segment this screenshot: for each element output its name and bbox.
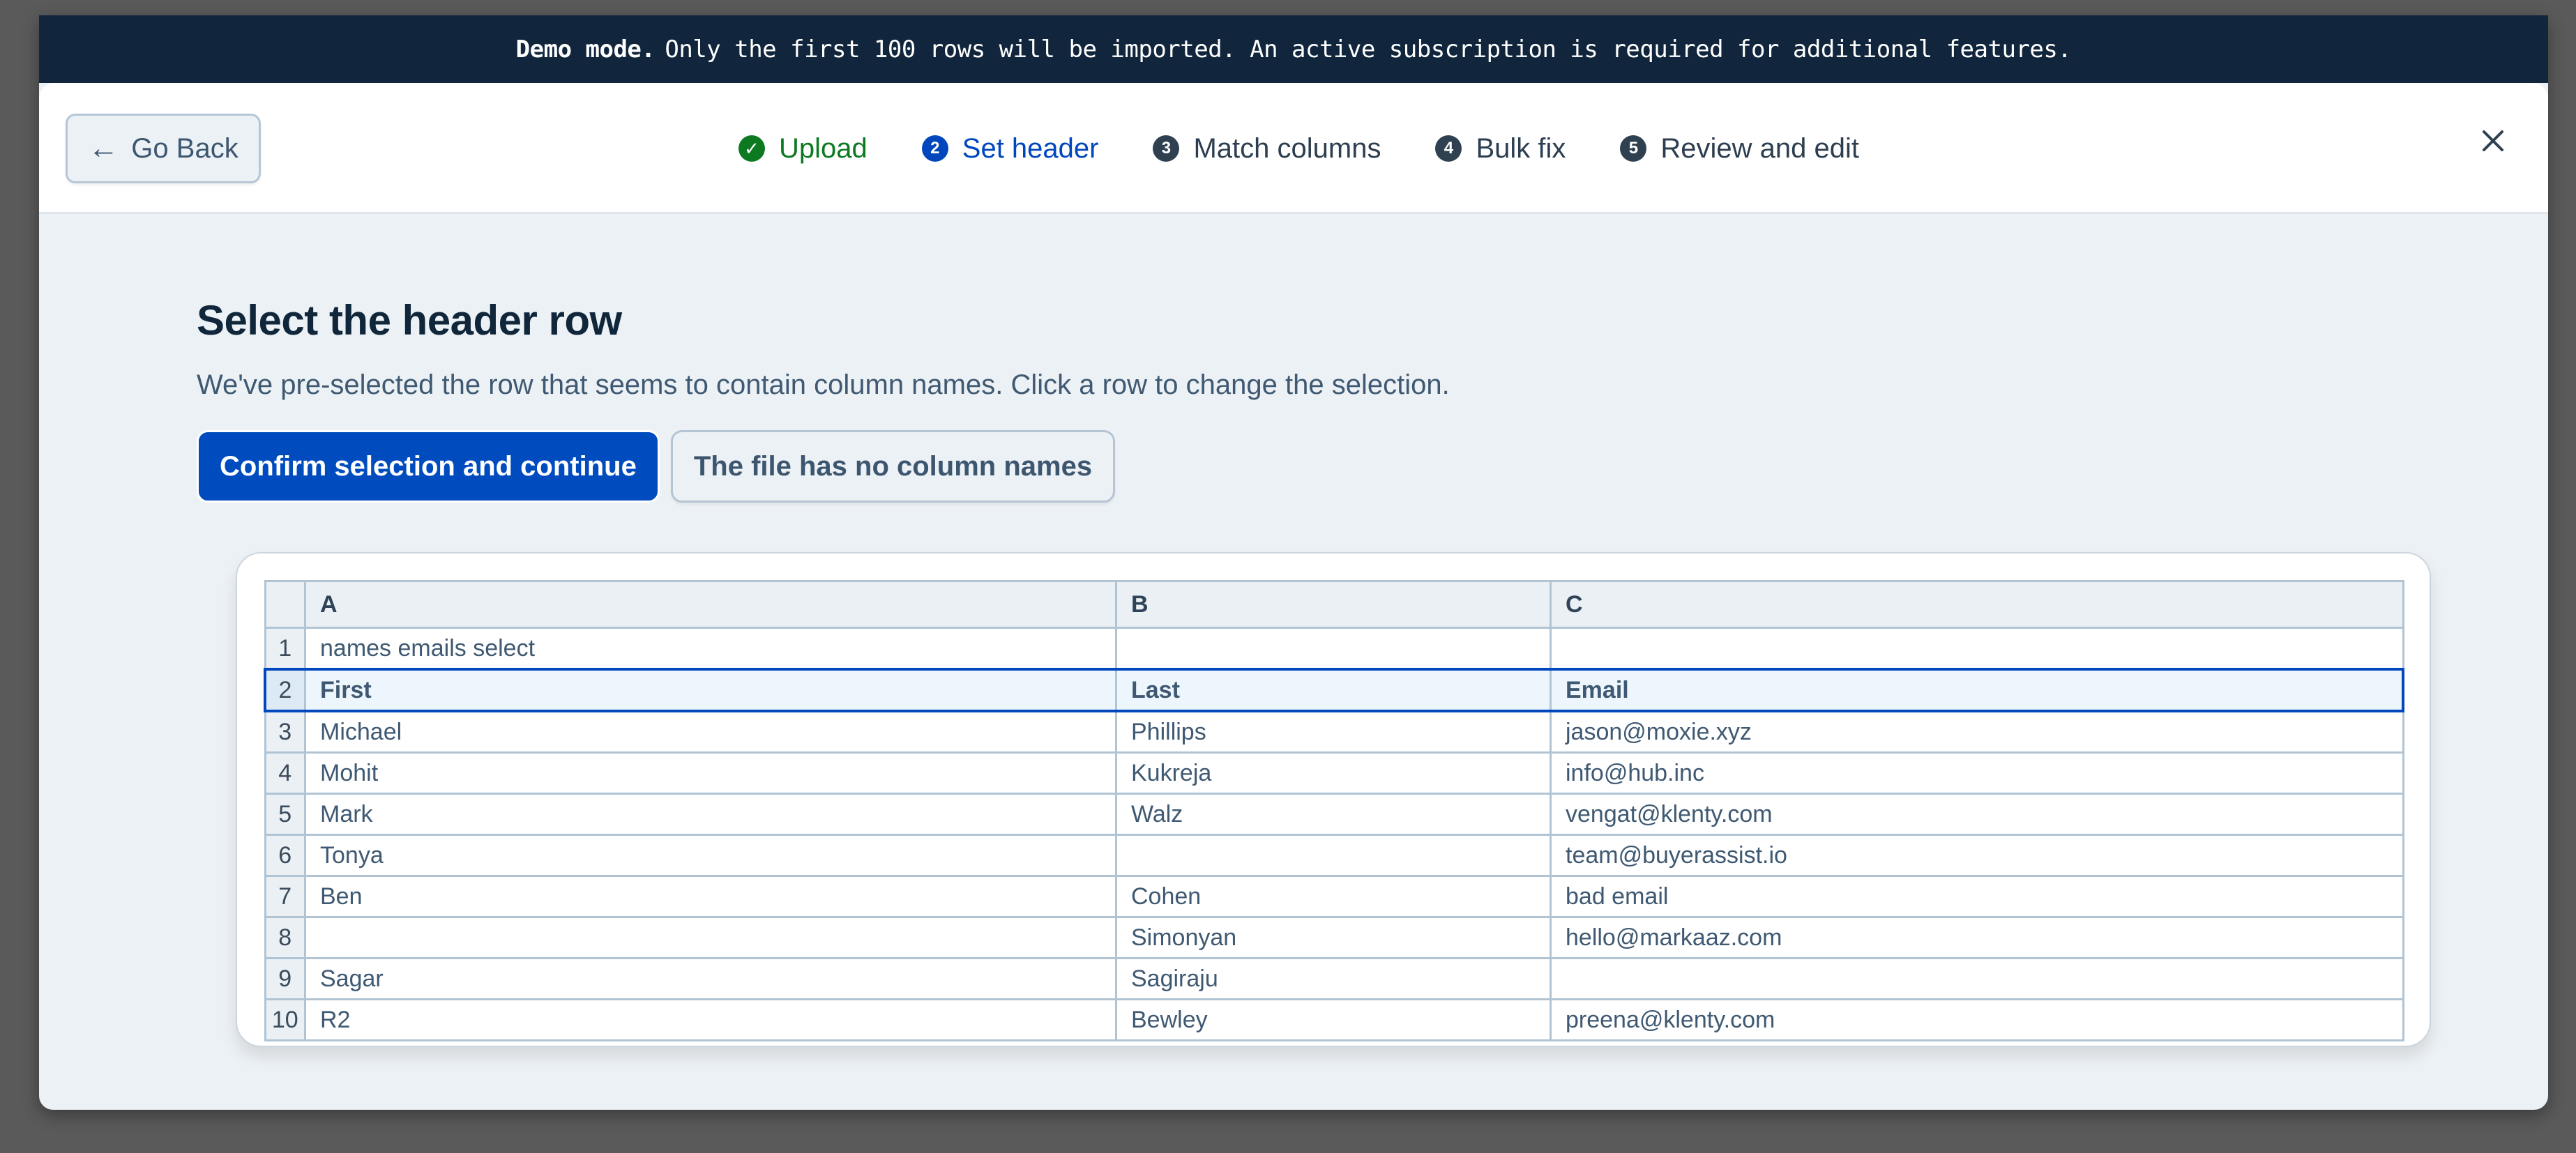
column-header-a: A (304, 580, 1117, 629)
cell-a: Ben (304, 875, 1117, 918)
importer-modal: Demo mode. Only the first 100 rows will … (39, 15, 2548, 1110)
cell-b (1115, 834, 1552, 877)
cell-c: team@buyerassist.io (1550, 834, 2404, 877)
cell-a: R2 (304, 998, 1117, 1041)
close-icon (2483, 130, 2503, 151)
table-row[interactable]: 6 Tonya team@buyerassist.io (264, 834, 2404, 877)
action-buttons: Confirm selection and continue The file … (197, 430, 2393, 503)
cell-c: bad email (1550, 875, 2404, 918)
step-label: Upload (779, 132, 867, 164)
table-row[interactable]: 5 Mark Walz vengat@klenty.com (264, 793, 2404, 836)
cell-a: names emails select (304, 627, 1117, 671)
cell-c: info@hub.inc (1550, 751, 2404, 795)
step-label: Match columns (1193, 132, 1381, 164)
cell-c (1550, 627, 2404, 671)
row-number: 10 (264, 998, 306, 1041)
step-number-badge: 5 (1620, 135, 1647, 162)
close-button[interactable] (2476, 123, 2510, 158)
cell-b: Sagiraju (1115, 957, 1552, 1000)
cell-b: Phillips (1115, 710, 1552, 754)
row-number: 4 (264, 751, 306, 795)
data-preview-table: A B C 1 names emails select 2 First Last Emai… (264, 580, 2404, 1041)
cell-a: Tonya (304, 834, 1117, 877)
table-row[interactable]: 9 Sagar Sagiraju (264, 957, 2404, 1000)
column-header-row: A B C (264, 580, 2404, 629)
cell-b (1115, 627, 1552, 671)
cell-b: Simonyan (1115, 916, 1552, 959)
cell-c: Email (1550, 668, 2404, 712)
column-header-c: C (1550, 580, 2404, 629)
step-label: Bulk fix (1476, 132, 1566, 164)
step-number-badge: 2 (921, 135, 948, 162)
step-upload: ✓ Upload (738, 133, 867, 165)
no-column-names-button[interactable]: The file has no column names (670, 430, 1116, 503)
cell-a: Mohit (304, 751, 1117, 795)
row-number: 3 (264, 710, 306, 754)
corner-cell (264, 580, 306, 629)
row-number: 9 (264, 957, 306, 1000)
step-review-and-edit: 5 Review and edit (1620, 133, 1859, 165)
table-row[interactable]: 2 First Last Email (264, 668, 2404, 712)
demo-mode-label: Demo mode. (515, 35, 656, 63)
cell-b: Kukreja (1115, 751, 1552, 795)
confirm-selection-button[interactable]: Confirm selection and continue (197, 430, 660, 503)
cell-c: hello@markaaz.com (1550, 916, 2404, 959)
table-row[interactable]: 8 Simonyan hello@markaaz.com (264, 916, 2404, 959)
demo-mode-text: Only the first 100 rows will be imported… (665, 35, 2072, 63)
main-content: Select the header row We've pre-selected… (197, 214, 2393, 503)
row-number: 2 (264, 668, 306, 712)
row-number: 1 (264, 627, 306, 671)
table-row[interactable]: 1 names emails select (264, 627, 2404, 671)
row-number: 6 (264, 834, 306, 877)
cell-b: Walz (1115, 793, 1552, 836)
go-back-button[interactable]: ← Go Back (66, 114, 261, 183)
cell-a: First (304, 668, 1117, 712)
table-row[interactable]: 10 R2 Bewley preena@klenty.com (264, 998, 2404, 1041)
page-subtitle: We've pre-selected the row that seems to… (197, 369, 1450, 400)
cell-a (304, 916, 1117, 959)
table-row[interactable]: 7 Ben Cohen bad email (264, 875, 2404, 918)
top-bar: ← Go Back ✓ Upload 2 Set header 3 Match … (39, 83, 2548, 214)
row-number: 5 (264, 793, 306, 836)
cell-c (1550, 957, 2404, 1000)
demo-mode-banner: Demo mode. Only the first 100 rows will … (39, 15, 2548, 83)
cell-a: Michael (304, 710, 1117, 754)
cell-c: vengat@klenty.com (1550, 793, 2404, 836)
step-label: Set header (962, 132, 1099, 164)
check-circle-icon: ✓ (738, 135, 765, 162)
step-bulk-fix: 4 Bulk fix (1435, 133, 1566, 165)
table-row[interactable]: 4 Mohit Kukreja info@hub.inc (264, 751, 2404, 795)
stepper: ✓ Upload 2 Set header 3 Match columns 4 … (738, 83, 1914, 214)
step-set-header: 2 Set header (921, 132, 1099, 165)
arrow-left-icon: ← (88, 131, 119, 165)
cell-a: Sagar (304, 957, 1117, 1000)
row-number: 8 (264, 916, 306, 959)
table-row[interactable]: 3 Michael Phillips jason@moxie.xyz (264, 710, 2404, 754)
cell-a: Mark (304, 793, 1117, 836)
preview-card: A B C 1 names emails select 2 First Last Emai… (236, 552, 2431, 1047)
cell-b: Bewley (1115, 998, 1552, 1041)
step-number-badge: 3 (1153, 135, 1180, 162)
cell-b: Cohen (1115, 875, 1552, 918)
table-body: 1 names emails select 2 First Last Email 3 Mich… (264, 627, 2404, 1041)
step-number-badge: 4 (1435, 135, 1462, 162)
cell-c: preena@klenty.com (1550, 998, 2404, 1041)
go-back-label: Go Back (131, 132, 238, 164)
step-label: Review and edit (1660, 132, 1859, 164)
column-header-b: B (1115, 580, 1552, 629)
row-number: 7 (264, 875, 306, 918)
page-title: Select the header row (197, 297, 622, 344)
cell-c: jason@moxie.xyz (1550, 710, 2404, 754)
step-match-columns: 3 Match columns (1153, 133, 1381, 165)
cell-b: Last (1115, 668, 1552, 712)
